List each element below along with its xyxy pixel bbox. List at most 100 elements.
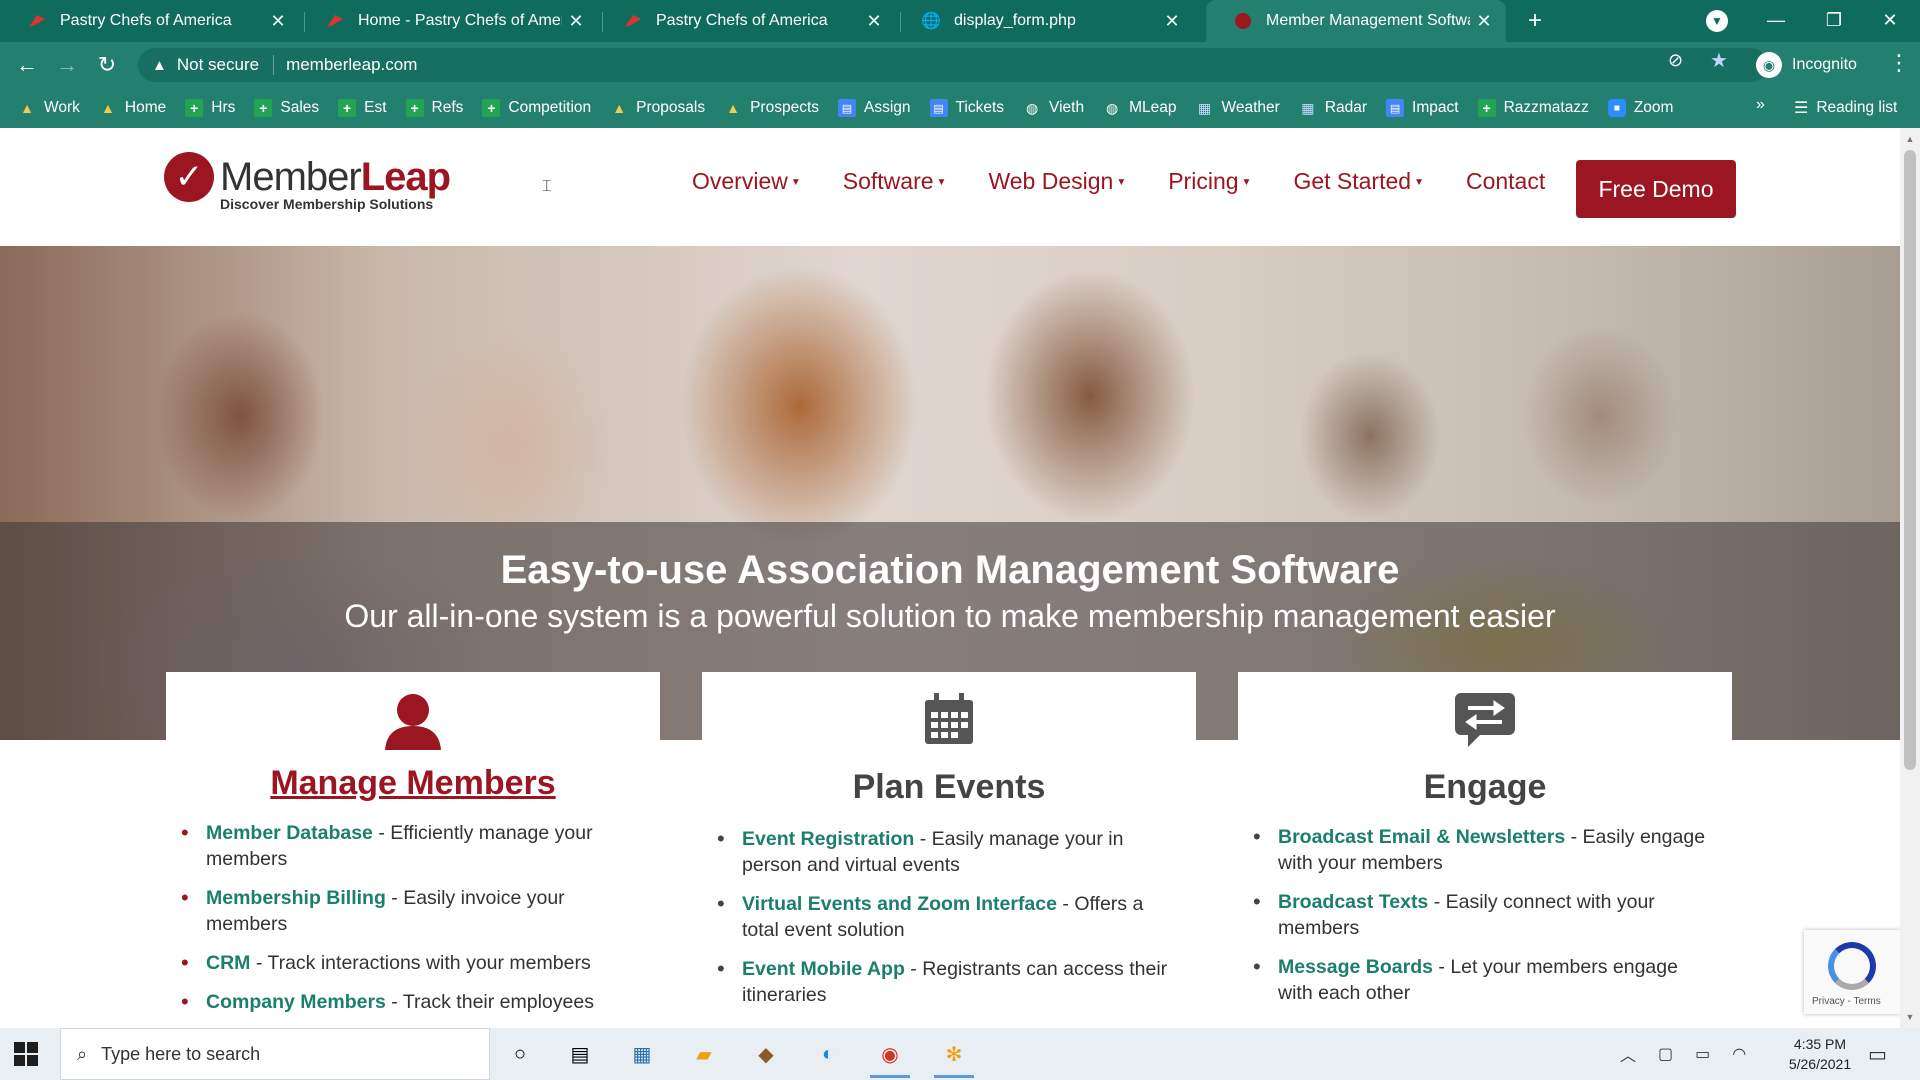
bookmark-home[interactable]: ▲ Home	[99, 99, 166, 117]
reload-icon[interactable]: ↻	[92, 50, 122, 80]
feature-link[interactable]: Event Mobile App	[742, 958, 905, 980]
scrollbar-thumb[interactable]	[1904, 150, 1916, 770]
tab-title: display_form.php	[954, 12, 1076, 29]
snagit-icon[interactable]: ✻	[934, 1040, 974, 1078]
feature-link[interactable]: Membership Billing	[206, 887, 386, 909]
bookmark-mleap[interactable]: ◍ MLeap	[1103, 99, 1177, 117]
tab-pastry-chefs-2[interactable]: Pastry Chefs of America ✕	[596, 0, 896, 42]
memberleap-logo[interactable]: ✓ MemberLeap Discover Membership Solutio…	[164, 152, 451, 212]
task-view-icon[interactable]: ▤	[566, 1040, 594, 1068]
nav-web-design[interactable]: Web Design ▼	[988, 168, 1126, 195]
bookmark-est[interactable]: + Est	[338, 99, 387, 117]
close-tab-icon[interactable]: ✕	[1470, 11, 1498, 32]
close-window-icon[interactable]: ✕	[1862, 0, 1918, 42]
file-explorer-icon[interactable]: ▰	[690, 1040, 718, 1068]
bookmark-work[interactable]: ▲ Work	[18, 99, 80, 117]
taskbar-search-box[interactable]: ⌕ Type here to search	[60, 1028, 490, 1080]
bookmark-sales[interactable]: + Sales	[254, 99, 319, 117]
bookmark-proposals[interactable]: ▲ Proposals	[610, 99, 705, 117]
notification-icon[interactable]: ▭	[1868, 1042, 1887, 1067]
app-icon[interactable]: ◆	[752, 1040, 780, 1068]
list-item: Broadcast Email & Newsletters - Easily e…	[1253, 824, 1718, 876]
card-title-engage: Engage	[1423, 768, 1547, 806]
taskbar-clock[interactable]: 4:35 PM 5/26/2021	[1770, 1034, 1870, 1074]
bookmark-label: Refs	[431, 99, 464, 116]
bookmark-assign[interactable]: ▤ Assign	[838, 99, 911, 117]
wifi-icon[interactable]: ◠	[1732, 1044, 1746, 1064]
tab-home-pastry-chefs[interactable]: Home - Pastry Chefs of America ✕	[298, 0, 598, 42]
feature-link[interactable]: Message Boards	[1278, 956, 1433, 978]
address-bar[interactable]: ▲ Not secure memberleap.com	[138, 48, 1768, 82]
battery-icon[interactable]: ▭	[1695, 1044, 1710, 1064]
mouse-cursor-icon: ⌶	[542, 178, 552, 195]
feature-link[interactable]: Company Members	[206, 991, 386, 1013]
free-demo-button[interactable]: Free Demo	[1576, 160, 1736, 218]
tab-search-chevron-icon[interactable]: ▼	[1706, 10, 1728, 32]
close-tab-icon[interactable]: ✕	[562, 11, 590, 32]
nav-pricing[interactable]: Pricing ▼	[1168, 168, 1251, 195]
bookmark-refs[interactable]: + Refs	[405, 99, 464, 117]
feature-link[interactable]: Broadcast Texts	[1278, 891, 1428, 913]
close-tab-icon[interactable]: ✕	[264, 11, 292, 32]
bookmark-vieth[interactable]: ◍ Vieth	[1023, 99, 1084, 117]
feature-link[interactable]: Virtual Events and Zoom Interface	[742, 893, 1057, 915]
card-title-manage-members[interactable]: Manage Members	[166, 764, 660, 803]
feature-link[interactable]: CRM	[206, 952, 250, 974]
bookmark-zoom[interactable]: ■ Zoom	[1607, 99, 1673, 117]
recaptcha-links[interactable]: Privacy - Terms	[1812, 996, 1881, 1007]
feature-link[interactable]: Event Registration	[742, 828, 914, 850]
bookmark-tickets[interactable]: ▤ Tickets	[929, 99, 1004, 117]
feature-link[interactable]: Broadcast Email & Newsletters	[1278, 826, 1565, 848]
clock-time: 4:35 PM	[1793, 1036, 1847, 1052]
bookmark-label: Prospects	[750, 99, 819, 116]
reading-list-button[interactable]: ☰ Reading list	[1794, 88, 1897, 128]
tab-member-management[interactable]: Member Management Software ✕	[1206, 0, 1506, 42]
nav-get-started[interactable]: Get Started ▼	[1293, 168, 1424, 195]
kebab-menu-icon[interactable]: ⋮	[1888, 50, 1910, 76]
chevron-more-icon[interactable]: »	[1756, 96, 1765, 114]
meet-now-icon[interactable]: ▢	[1658, 1044, 1673, 1064]
chevron-up-icon[interactable]: ︿	[1620, 1042, 1636, 1066]
close-tab-icon[interactable]: ✕	[860, 11, 888, 32]
bookmark-hrs[interactable]: + Hrs	[185, 99, 235, 117]
doc-icon: ▤	[929, 99, 948, 117]
bookmark-label: Proposals	[636, 99, 706, 116]
main-nav: Overview ▼ Software ▼ Web Design ▼ Pricing ▼…	[692, 168, 1587, 195]
feature-link[interactable]: Member Database	[206, 822, 373, 844]
reading-list-icon: ☰	[1794, 100, 1809, 117]
bookmark-razzmatazz[interactable]: + Razzmatazz	[1477, 99, 1589, 117]
tab-display-form[interactable]: 🌐 display_form.php ✕	[894, 0, 1194, 42]
bookmark-impact[interactable]: ▤ Impact	[1386, 99, 1459, 117]
edge-icon[interactable]: ◐	[814, 1040, 842, 1068]
exchange-icon	[1238, 692, 1732, 748]
new-tab-plus-icon[interactable]: +	[1520, 6, 1550, 36]
tab-pastry-chefs-1[interactable]: Pastry Chefs of America ✕	[0, 0, 300, 42]
windows-start-icon[interactable]	[14, 1042, 38, 1066]
nav-contact[interactable]: Contact	[1466, 168, 1545, 195]
bookmark-weather[interactable]: ▦ Weather	[1196, 99, 1280, 117]
bookmark-star-icon[interactable]: ★	[1710, 48, 1728, 73]
plus-icon: +	[254, 99, 273, 117]
back-arrow-icon[interactable]: ←	[12, 50, 42, 80]
cortana-icon[interactable]: ○	[506, 1040, 534, 1068]
nav-overview[interactable]: Overview ▼	[692, 168, 801, 195]
drive-icon: ▲	[726, 100, 740, 116]
restore-icon[interactable]: ❐	[1806, 0, 1862, 42]
scroll-up-icon[interactable]: ▲	[1904, 134, 1916, 144]
bookmark-prospects[interactable]: ▲ Prospects	[724, 99, 819, 117]
bookmark-competition[interactable]: + Competition	[482, 99, 591, 117]
forward-arrow-icon[interactable]: →	[52, 50, 82, 80]
eye-slash-icon[interactable]: ⊘	[1668, 50, 1683, 71]
bookmark-label: Work	[44, 99, 80, 116]
bookmark-radar[interactable]: ▦ Radar	[1299, 99, 1367, 117]
nav-software[interactable]: Software ▼	[843, 168, 947, 195]
chrome-icon[interactable]: ◉	[870, 1040, 910, 1078]
profile-button[interactable]: ◉ Incognito	[1756, 48, 1857, 82]
recaptcha-badge[interactable]: Privacy - Terms	[1804, 930, 1900, 1014]
weather-icon: ▦	[1197, 99, 1212, 116]
minimize-icon[interactable]: —	[1748, 0, 1804, 42]
page-scrollbar[interactable]: ▲ ▼	[1900, 128, 1920, 1028]
calculator-icon[interactable]: ▦	[628, 1040, 656, 1068]
close-tab-icon[interactable]: ✕	[1158, 11, 1186, 32]
scroll-down-icon[interactable]: ▼	[1904, 1012, 1916, 1022]
